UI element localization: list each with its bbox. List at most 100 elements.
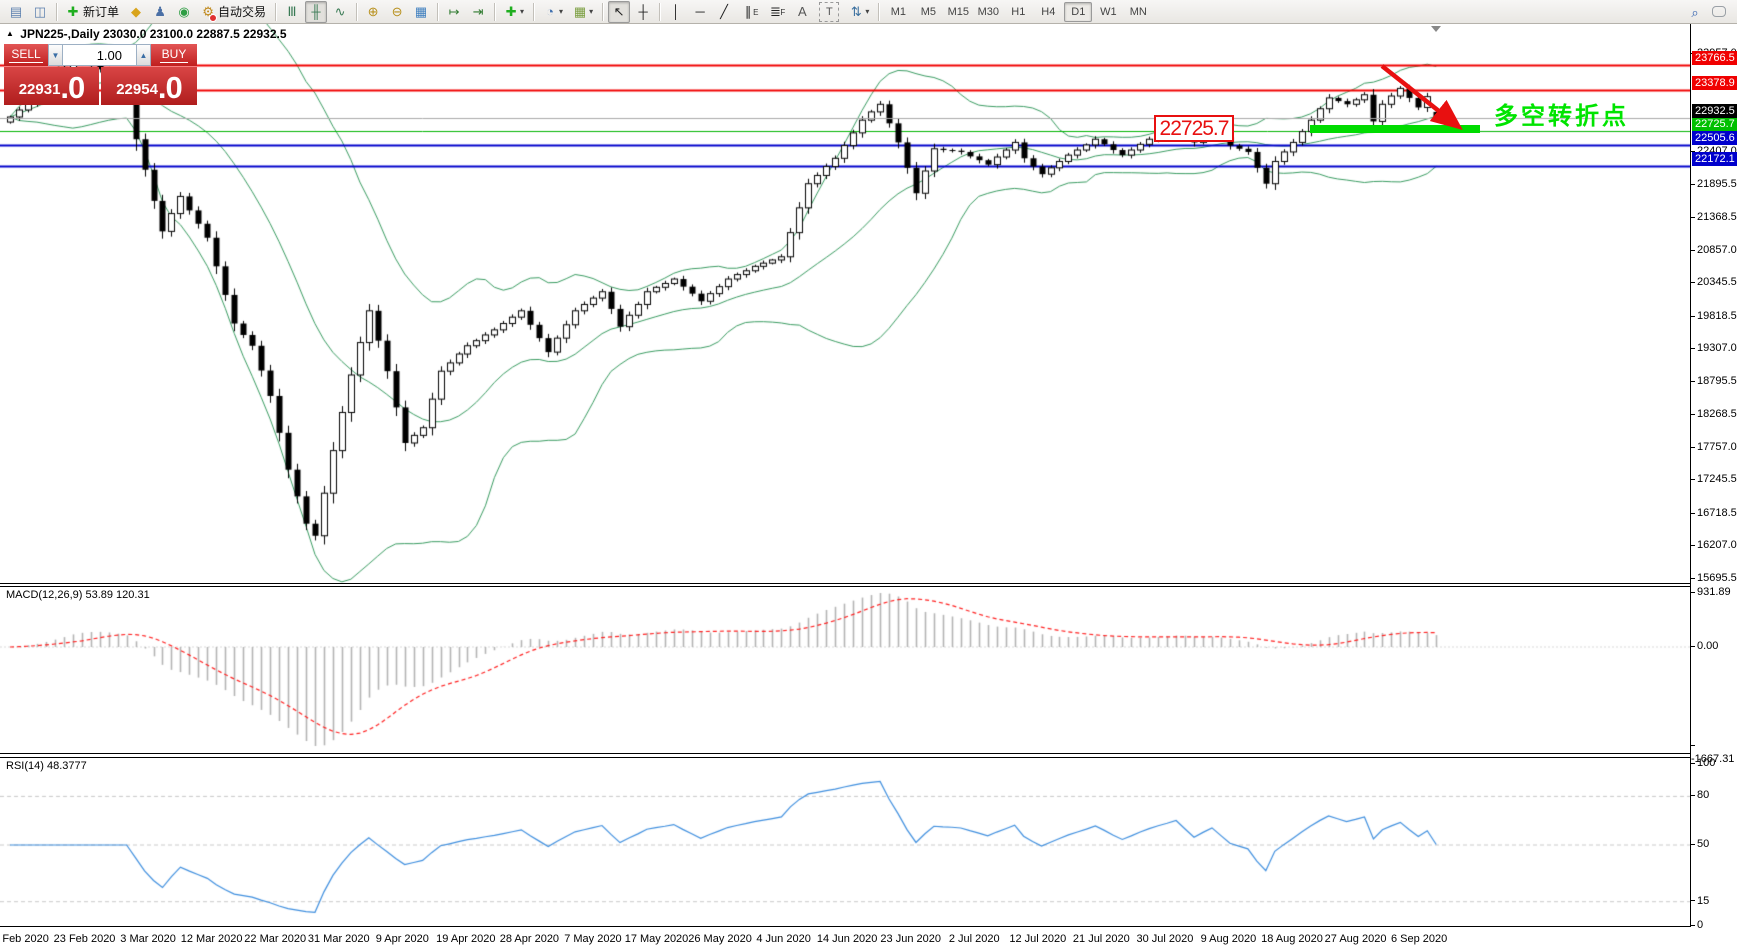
chart-shift-marker[interactable] <box>1431 26 1441 32</box>
crosshair-icon: ┼ <box>638 3 648 19</box>
macd-canvas[interactable] <box>0 587 1690 753</box>
price-axis[interactable]: 23957.022407.021895.521368.520857.020345… <box>1691 24 1737 931</box>
turning-point-note[interactable]: 多空转折点 <box>1494 96 1629 131</box>
new-order-button-label: 新订单 <box>83 4 120 19</box>
periods-icon: ◔ <box>546 3 554 19</box>
arrows-icon[interactable]: ⇅ ▾ <box>845 1 873 23</box>
price-annotation-box[interactable]: 22725.7 <box>1154 115 1234 142</box>
date-label: 17 May 2020 <box>624 933 689 945</box>
price-tick: 17757.0 <box>1691 440 1737 454</box>
expert-advisors-icon: ♟ <box>154 3 166 19</box>
market-watch-icon[interactable]: ▤ <box>5 1 27 23</box>
toolbar-separator <box>437 2 439 21</box>
zoom-in-icon: ⊕ <box>367 3 379 19</box>
new-order-button[interactable]: ✚ 新订单 <box>62 1 123 23</box>
volume-decrease-button[interactable]: ▼ <box>48 44 63 66</box>
volume-input[interactable]: 1.00 <box>63 44 136 66</box>
level-price-badge: 22505.6 <box>1692 131 1737 146</box>
tile-windows-icon[interactable]: ▦ <box>410 1 432 23</box>
timeframe-h4[interactable]: H4 <box>1034 2 1062 22</box>
auto-scroll-icon[interactable]: ↦ <box>443 1 465 23</box>
search-icon[interactable]: ⌕ <box>1684 2 1706 24</box>
templates-icon[interactable]: ▦ ▾ <box>569 1 597 23</box>
chart-title: ▲ JPN225-,Daily 23030.0 23100.0 22887.5 … <box>6 27 287 41</box>
chart-shift-icon[interactable]: ⇥ <box>467 1 489 23</box>
date-label: 12 Jul 2020 <box>1009 933 1067 945</box>
date-label: 3 Feb 2020 <box>0 933 49 945</box>
price-tick: 20345.5 <box>1691 275 1737 289</box>
timeframe-d1[interactable]: D1 <box>1064 1 1093 22</box>
indicators-icon-caret[interactable]: ▾ <box>520 3 524 21</box>
trend-arrow[interactable] <box>1372 58 1472 138</box>
market-watch-icon: ▤ <box>9 3 23 19</box>
text-icon[interactable]: A <box>791 1 813 23</box>
sell-button[interactable]: SELL <box>4 44 48 66</box>
templates-icon-caret[interactable]: ▾ <box>589 3 593 21</box>
price-tick: 18268.5 <box>1691 407 1737 421</box>
level-price-badge: 22725.7 <box>1692 117 1737 132</box>
arrows-icon-caret[interactable]: ▾ <box>865 3 869 21</box>
date-label: 19 Apr 2020 <box>436 933 496 945</box>
timeframe-m5[interactable]: M5 <box>914 2 942 22</box>
expert-advisors-icon[interactable]: ♟ <box>149 1 171 23</box>
macd-pane[interactable] <box>0 586 1691 754</box>
one-click-trading-panel: SELL ▼ 1.00 ▲ BUY 22931 .0 22954 .0 <box>4 44 197 105</box>
periods-icon[interactable]: ◔ ▾ <box>539 1 567 23</box>
date-label: 4 Jun 2020 <box>756 933 811 945</box>
symbol-period-label: JPN225-,Daily <box>20 27 100 41</box>
buy-price-display[interactable]: 22954 .0 <box>101 67 197 105</box>
search-icon: ⌕ <box>1691 5 1699 20</box>
level-price-badge: 23378.9 <box>1692 75 1737 90</box>
volume-increase-button[interactable]: ▲ <box>136 44 151 66</box>
equidistant-channel-icon: ∥ <box>744 3 752 19</box>
vertical-line-icon[interactable]: │ <box>665 1 687 23</box>
date-label: 7 May 2020 <box>564 933 622 945</box>
date-label: 9 Apr 2020 <box>375 933 429 945</box>
data-window-icon[interactable]: ◫ <box>29 1 51 23</box>
cursor-icon[interactable]: ↖ <box>608 0 631 23</box>
timeframe-m30[interactable]: M30 <box>974 2 1002 22</box>
trendline-icon[interactable]: ╱ <box>713 1 735 23</box>
date-label: 30 Jul 2020 <box>1136 933 1194 945</box>
crosshair-icon[interactable]: ┼ <box>632 1 654 23</box>
timeframe-m1[interactable]: M1 <box>884 2 912 22</box>
fibonacci-icon[interactable]: ≣ F <box>764 1 789 23</box>
top-toolbar: ▤ ◫ ✚ 新订单 ◆ ♟ ◉ ⚙ 自动交易 Ⅲ ╫ ∿ ⊕ ⊖ ▦ ↦ ⇥ ✚ ▾ ◔ ▾ ▦ ▾ ↖ ┼ │ ─ ╱ ∥ E ≣ F A T ⇅… <box>0 0 1737 24</box>
metaeditor-icon[interactable]: ◆ <box>125 1 147 23</box>
candlestick-icon[interactable]: ╫ <box>305 0 328 23</box>
rsi-pane[interactable] <box>0 757 1691 927</box>
timeframe-m15[interactable]: M15 <box>944 2 972 22</box>
rsi-tick: 15 <box>1691 894 1737 908</box>
indicators-icon[interactable]: ✚ ▾ <box>500 1 528 23</box>
buy-button[interactable]: BUY <box>151 44 197 66</box>
line-chart-icon[interactable]: ∿ <box>329 1 351 23</box>
chat-icon[interactable] <box>1708 2 1730 24</box>
timeframe-w1[interactable]: W1 <box>1094 2 1122 22</box>
text-label-icon[interactable]: T <box>815 1 843 23</box>
toolbar-separator <box>356 2 358 21</box>
rsi-canvas[interactable] <box>0 758 1690 926</box>
date-label: 2 Jul 2020 <box>948 933 1000 945</box>
bar-chart-icon[interactable]: Ⅲ <box>281 1 303 23</box>
equidistant-channel-icon[interactable]: ∥ E <box>737 1 762 23</box>
auto-scroll-icon: ↦ <box>448 3 460 19</box>
price-tick: 18795.5 <box>1691 374 1737 388</box>
macd-tick: 931.89 <box>1691 585 1737 599</box>
date-axis[interactable]: 3 Feb 2020 23 Feb 2020 3 Mar 2020 12 Mar 20… <box>0 928 1737 951</box>
horizontal-line-icon[interactable]: ─ <box>689 1 711 23</box>
date-label: 27 Aug 2020 <box>1324 933 1387 945</box>
autotrading-button: ⚙ <box>201 3 218 22</box>
periods-icon-caret[interactable]: ▾ <box>559 3 563 21</box>
signals-icon[interactable]: ◉ <box>173 1 195 23</box>
rsi-tick: 100 <box>1691 756 1737 770</box>
timeframe-h1[interactable]: H1 <box>1004 2 1032 22</box>
autotrading-button[interactable]: ⚙ 自动交易 <box>197 1 270 23</box>
sell-price-display[interactable]: 22931 .0 <box>4 67 99 105</box>
current-price-badge: 22932.5 <box>1692 104 1737 119</box>
zoom-in-icon[interactable]: ⊕ <box>362 1 384 23</box>
arrows-icon: ⇅ <box>850 3 862 19</box>
zoom-out-icon[interactable]: ⊖ <box>386 1 408 23</box>
rsi-tick: 80 <box>1691 788 1737 802</box>
timeframe-mn[interactable]: MN <box>1124 2 1152 22</box>
price-tick: 20857.0 <box>1691 243 1737 257</box>
